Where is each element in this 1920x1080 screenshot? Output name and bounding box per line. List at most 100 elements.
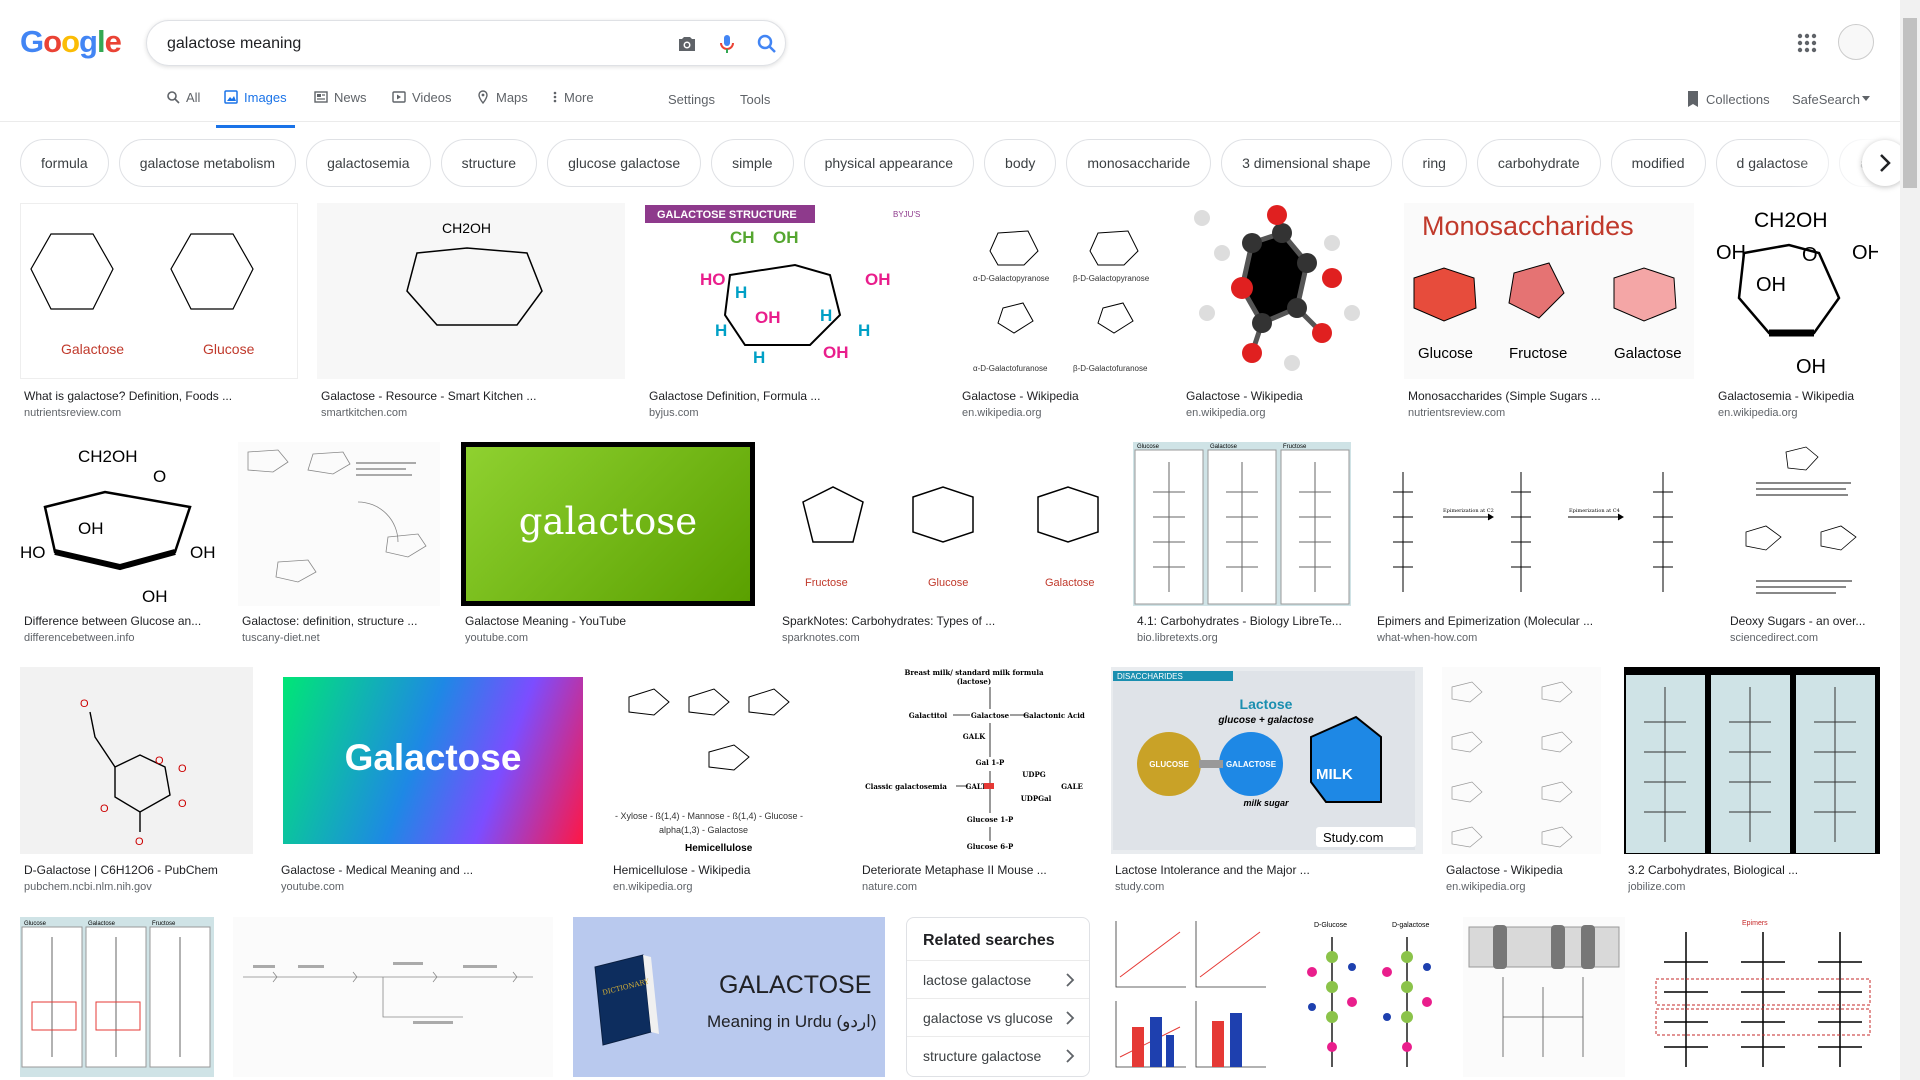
chip[interactable]: structure	[440, 139, 538, 187]
result-title[interactable]: Galactose - Wikipedia	[962, 389, 1158, 403]
result-thumbnail[interactable]: O O O O O O	[20, 667, 253, 854]
apps-grid-icon[interactable]	[1796, 32, 1818, 54]
result-title[interactable]: Galactose - Wikipedia	[1186, 389, 1382, 403]
chip[interactable]: modified	[1610, 139, 1706, 187]
result-thumbnail[interactable]: CH2OH HO OH OH OH O	[20, 442, 218, 606]
image-result[interactable]: galactose Galactose Meaning - YouTube yo…	[461, 442, 755, 652]
camera-icon[interactable]	[675, 32, 699, 56]
image-result[interactable]: Breast milk/ standard milk formula (lact…	[858, 667, 1090, 900]
result-title[interactable]: Hemicellulose - Wikipedia	[613, 863, 839, 877]
settings-link[interactable]: Settings	[668, 92, 715, 107]
image-result[interactable]: Epimers	[1646, 917, 1880, 1080]
result-thumbnail[interactable]: - Xylose - ß(1,4) - Mannose - ß(1,4) - G…	[609, 667, 839, 854]
result-thumbnail[interactable]	[1726, 442, 1880, 606]
related-search-item[interactable]: galactose vs glucose	[907, 998, 1089, 1036]
tab-all[interactable]: All	[166, 90, 200, 122]
image-result[interactable]	[1110, 917, 1272, 1080]
result-title[interactable]: Difference between Glucose an...	[24, 614, 218, 628]
result-title[interactable]: What is galactose? Definition, Foods ...	[24, 389, 294, 403]
result-thumbnail[interactable]: Glucose Galactose Fructose	[1133, 442, 1351, 606]
result-title[interactable]: D-Galactose | C6H12O6 - PubChem	[24, 863, 253, 877]
image-result[interactable]: Deoxy Sugars - an over... sciencedirect.…	[1726, 442, 1880, 652]
google-logo[interactable]: Google	[20, 24, 122, 60]
image-result[interactable]: Fructose Glucose Galactose SparkNotes: C…	[778, 442, 1112, 652]
result-title[interactable]: Galactose - Resource - Smart Kitchen ...	[321, 389, 621, 403]
chip[interactable]: glucose galactose	[547, 139, 702, 187]
related-search-item[interactable]: structure galactose	[907, 1036, 1089, 1074]
image-result[interactable]: CH2OH HO OH OH OH O Difference between Gluco…	[20, 442, 218, 652]
result-title[interactable]: SparkNotes: Carbohydrates: Types of ...	[782, 614, 1108, 628]
image-result[interactable]: D-Glucose D-galactose	[1292, 917, 1446, 1080]
result-title[interactable]: Galactose Meaning - YouTube	[465, 614, 755, 628]
result-thumbnail[interactable]	[1463, 917, 1625, 1077]
result-title[interactable]: Galactose - Medical Meaning and ...	[281, 863, 587, 877]
result-title[interactable]: 3.2 Carbohydrates, Biological ...	[1628, 863, 1880, 877]
result-thumbnail[interactable]	[233, 917, 553, 1077]
related-search-item[interactable]: lactose galactose	[907, 960, 1089, 998]
result-thumbnail[interactable]: Epimers	[1646, 917, 1880, 1077]
image-result[interactable]: Monosaccharides Glucose Fructose Galacto…	[1404, 203, 1694, 423]
result-thumbnail[interactable]: Galactose	[277, 667, 589, 854]
image-result[interactable]: CH2OH OH OH OH OH O Galactosemia - Wikipedia…	[1714, 203, 1878, 423]
microphone-icon[interactable]	[715, 32, 739, 56]
image-result[interactable]: 3.2 Carbohydrates, Biological ... jobili…	[1624, 667, 1880, 900]
image-result[interactable]	[1463, 917, 1625, 1080]
page-scrollbar[interactable]	[1900, 0, 1920, 1080]
account-avatar[interactable]	[1838, 24, 1874, 60]
image-result[interactable]: Galactose: definition, structure ... tus…	[238, 442, 440, 652]
result-title[interactable]: Monosaccharides (Simple Sugars ...	[1408, 389, 1688, 403]
image-result[interactable]: Epimerization at C2 Epimerization at C4 …	[1373, 442, 1707, 652]
chip[interactable]: physical appearance	[803, 139, 975, 187]
image-result[interactable]	[233, 917, 553, 1080]
chip[interactable]: monosaccharide	[1066, 139, 1212, 187]
result-title[interactable]: Galactose Definition, Formula ...	[649, 389, 929, 403]
result-thumbnail[interactable]	[1624, 667, 1880, 854]
image-result[interactable]: Galactose - Wikipedia en.wikipedia.org	[1182, 203, 1384, 423]
image-result[interactable]: Galactose Galactose - Medical Meaning an…	[277, 667, 589, 900]
image-result[interactable]: CH2OH Galactose - Resource - Smart Kitch…	[317, 203, 625, 423]
chip[interactable]: galactose metabolism	[118, 139, 297, 187]
result-thumbnail[interactable]	[1110, 917, 1272, 1077]
chip[interactable]: galactosemia	[306, 139, 431, 187]
result-thumbnail[interactable]: DICTIONARY GALACTOSE Meaning in Urdu (ار…	[573, 917, 885, 1077]
tab-maps[interactable]: Maps	[476, 90, 528, 122]
tab-images[interactable]: Images	[216, 90, 295, 128]
tab-more[interactable]: More	[552, 90, 594, 122]
result-thumbnail[interactable]	[238, 442, 440, 606]
chip[interactable]: simple	[711, 139, 794, 187]
result-thumbnail[interactable]: D-Glucose D-galactose	[1292, 917, 1446, 1077]
result-thumbnail[interactable]	[1182, 203, 1384, 379]
chip[interactable]: formula	[20, 139, 109, 187]
image-result[interactable]: GALACTOSE STRUCTURE BYJU'S HO OH OH OH HH …	[645, 203, 938, 423]
result-thumbnail[interactable]: CH2OH OH OH OH OH O	[1714, 203, 1878, 379]
result-thumbnail[interactable]: Breast milk/ standard milk formula (lact…	[858, 667, 1090, 854]
result-thumbnail[interactable]: GALACTOSE STRUCTURE BYJU'S HO OH OH OH HH …	[645, 203, 938, 379]
image-result[interactable]: O O O O O O D-Galactose | C6H12O6 - PubChem p…	[20, 667, 253, 900]
image-result[interactable]: Glucose Galactose Fructose	[20, 917, 214, 1080]
result-title[interactable]: Deoxy Sugars - an over...	[1730, 614, 1880, 628]
result-thumbnail[interactable]: Fructose Glucose Galactose	[778, 442, 1112, 606]
chip[interactable]: 3 dimensional shape	[1221, 139, 1392, 187]
search-input[interactable]	[167, 33, 637, 55]
image-result[interactable]: α-D-Galactopyranose β-D-Galactopyranose …	[958, 203, 1162, 423]
result-thumbnail[interactable]: Galactose Glucose	[20, 203, 298, 379]
chip[interactable]: carbohydrate	[1476, 139, 1601, 187]
result-title[interactable]: Deteriorate Metaphase II Mouse ...	[862, 863, 1088, 877]
scrollbar-thumb[interactable]	[1903, 18, 1917, 188]
tab-videos[interactable]: Videos	[392, 90, 452, 122]
tab-news[interactable]: News	[314, 90, 367, 122]
image-result[interactable]: - Xylose - ß(1,4) - Mannose - ß(1,4) - G…	[609, 667, 839, 900]
result-title[interactable]: Galactosemia - Wikipedia	[1718, 389, 1878, 403]
result-title[interactable]: Galactose - Wikipedia	[1446, 863, 1601, 877]
result-thumbnail[interactable]: Monosaccharides Glucose Fructose Galacto…	[1404, 203, 1694, 379]
result-thumbnail[interactable]: galactose	[461, 442, 755, 606]
chip[interactable]: ring	[1401, 139, 1467, 187]
search-icon[interactable]	[755, 32, 779, 56]
result-thumbnail[interactable]: Epimerization at C2 Epimerization at C4	[1373, 442, 1707, 606]
collections-link[interactable]: Collections	[1706, 92, 1770, 107]
result-thumbnail[interactable]: Glucose Galactose Fructose	[20, 917, 214, 1077]
image-result[interactable]: DICTIONARY GALACTOSE Meaning in Urdu (ار…	[573, 917, 885, 1080]
result-title[interactable]: 4.1: Carbohydrates - Biology LibreTe...	[1137, 614, 1351, 628]
result-title[interactable]: Epimers and Epimerization (Molecular ...	[1377, 614, 1707, 628]
result-thumbnail[interactable]: DISACCHARIDES Lactose glucose + galactos…	[1111, 667, 1423, 854]
